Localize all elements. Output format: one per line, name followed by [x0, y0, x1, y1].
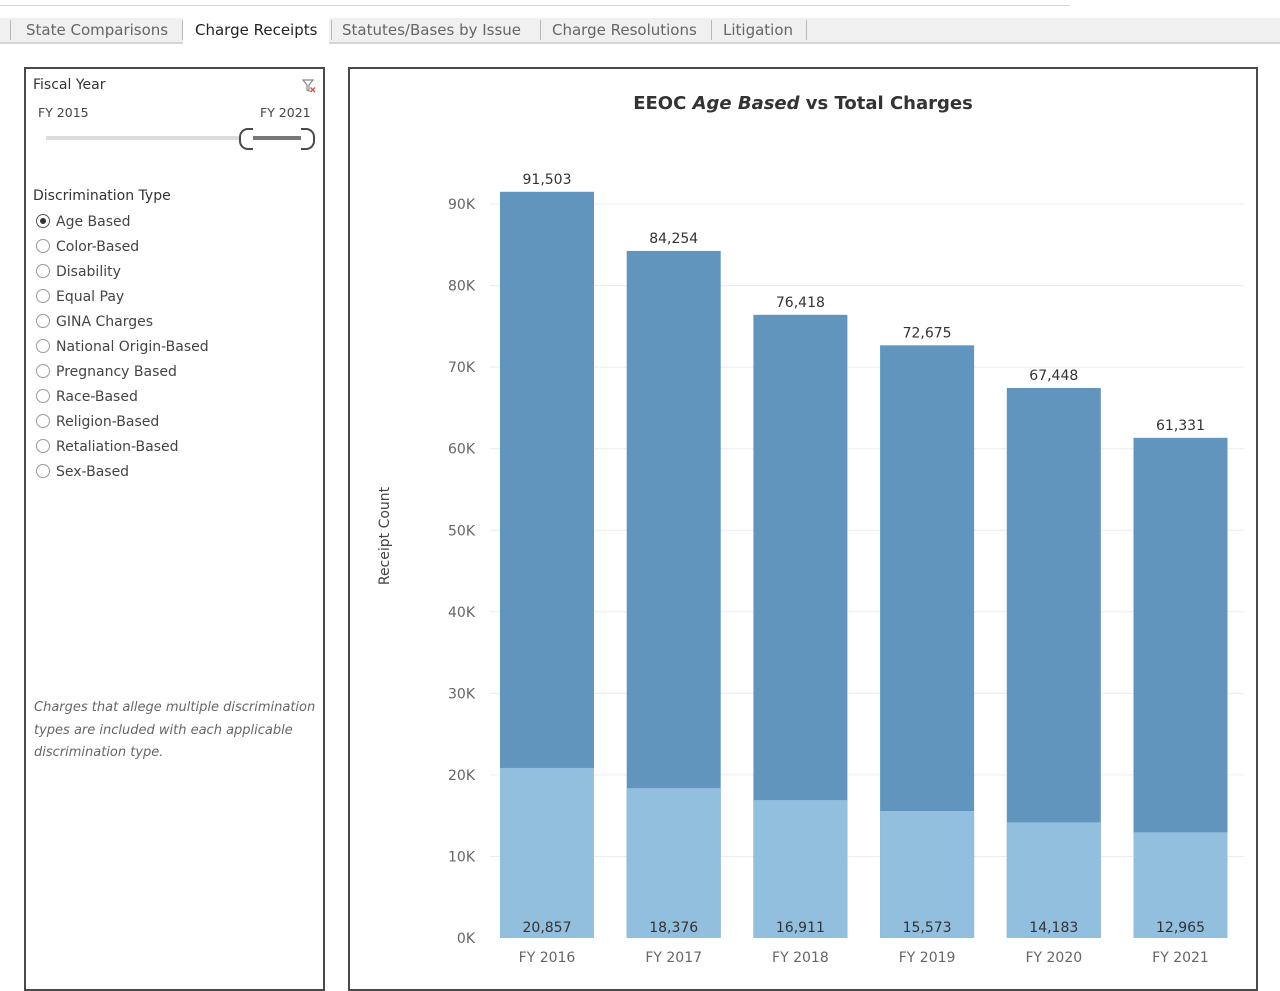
- radio-national-origin-based[interactable]: National Origin-Based: [36, 336, 209, 358]
- radio-icon: [36, 389, 50, 403]
- y-tick-label: 50K: [448, 523, 476, 539]
- fiscal-year-max-label: FY 2021: [260, 105, 311, 120]
- total-value-label: 72,675: [903, 325, 952, 341]
- y-tick-label: 0K: [457, 931, 476, 947]
- total-value-label: 91,503: [523, 172, 572, 188]
- radio-icon: [36, 289, 50, 303]
- radio-equal-pay[interactable]: Equal Pay: [36, 286, 124, 308]
- y-tick-label: 10K: [448, 849, 476, 865]
- radio-age-based[interactable]: Age Based: [36, 211, 131, 233]
- total-value-label: 76,418: [776, 295, 825, 311]
- radio-color-based[interactable]: Color-Based: [36, 236, 139, 258]
- radio-icon: [36, 414, 50, 428]
- total-value-label: 67,448: [1029, 368, 1078, 384]
- tab-separator: [540, 20, 541, 40]
- selected-type-bar: [500, 767, 594, 938]
- selected-value-label: 20,857: [523, 920, 572, 936]
- selected-value-label: 15,573: [903, 920, 952, 936]
- tab-litigation[interactable]: Litigation: [723, 18, 793, 42]
- y-tick-label: 30K: [448, 686, 476, 702]
- radio-icon: [36, 339, 50, 353]
- selected-value-label: 16,911: [776, 920, 825, 936]
- radio-selected-icon: [36, 214, 50, 228]
- selected-value-label: 12,965: [1156, 920, 1205, 936]
- selected-value-label: 14,183: [1029, 920, 1078, 936]
- x-tick-label: FY 2021: [1152, 950, 1209, 966]
- fiscal-year-slider-start-handle[interactable]: [239, 128, 253, 150]
- tab-separator: [331, 20, 332, 40]
- clear-filter-icon[interactable]: [302, 79, 316, 93]
- x-tick-label: FY 2017: [645, 950, 702, 966]
- selected-type-bar: [880, 811, 975, 938]
- radio-pregnancy-based[interactable]: Pregnancy Based: [36, 361, 177, 383]
- y-tick-label: 70K: [448, 360, 476, 376]
- multiple-types-note: Charges that allege multiple discriminat…: [34, 700, 316, 760]
- discrimination-type-title: Discrimination Type: [33, 188, 171, 204]
- y-tick-label: 90K: [448, 197, 476, 213]
- x-tick-label: FY 2020: [1025, 950, 1082, 966]
- top-divider: [0, 5, 1070, 6]
- filter-panel: Fiscal Year FY 2015 FY 2021 Discriminati…: [24, 67, 325, 991]
- fiscal-year-title: Fiscal Year: [33, 77, 106, 93]
- fiscal-year-min-label: FY 2015: [38, 105, 89, 120]
- chart-panel: EEOC Age Based vs Total Charges 0K 10K 20K…: [348, 67, 1258, 991]
- tab-charge-resolutions[interactable]: Charge Resolutions: [552, 18, 697, 42]
- tab-separator: [711, 20, 712, 40]
- radio-icon: [36, 464, 50, 478]
- radio-gina-charges[interactable]: GINA Charges: [36, 311, 153, 333]
- y-axis-label: Receipt Count: [377, 486, 393, 585]
- bar-chart: 0K 10K 20K 30K 40K 50K 60K 70K 80K 90K Receipt Cou…: [377, 172, 1244, 966]
- radio-icon: [36, 364, 50, 378]
- radio-icon: [36, 314, 50, 328]
- radio-icon: [36, 239, 50, 253]
- radio-disability[interactable]: Disability: [36, 261, 121, 283]
- radio-race-based[interactable]: Race-Based: [36, 386, 138, 408]
- radio-retaliation-based[interactable]: Retaliation-Based: [36, 436, 179, 458]
- y-tick-label: 60K: [448, 442, 476, 458]
- tab-charge-receipts[interactable]: Charge Receipts: [183, 18, 330, 44]
- x-tick-label: FY 2019: [899, 950, 956, 966]
- fiscal-year-slider-end-handle[interactable]: [301, 128, 315, 150]
- radio-religion-based[interactable]: Religion-Based: [36, 411, 159, 433]
- selected-type-bar: [626, 788, 721, 938]
- total-value-label: 61,331: [1156, 418, 1205, 434]
- y-tick-label: 80K: [448, 279, 476, 295]
- selected-value-label: 18,376: [649, 920, 698, 936]
- radio-sex-based[interactable]: Sex-Based: [36, 461, 129, 483]
- tab-state-comparisons[interactable]: State Comparisons: [26, 18, 168, 42]
- tab-separator: [10, 20, 11, 40]
- y-tick-label: 40K: [448, 605, 476, 621]
- x-tick-label: FY 2016: [519, 950, 576, 966]
- x-tick-label: FY 2018: [772, 950, 829, 966]
- total-value-label: 84,254: [649, 231, 698, 247]
- y-tick-label: 20K: [448, 768, 476, 784]
- radio-icon: [36, 264, 50, 278]
- tab-separator: [806, 20, 807, 40]
- radio-icon: [36, 439, 50, 453]
- dashboard-tab-bar: State Comparisons Charge Receipts Statut…: [0, 18, 1280, 44]
- tab-statutes-bases[interactable]: Statutes/Bases by Issue: [342, 18, 521, 42]
- selected-type-bar: [753, 800, 848, 938]
